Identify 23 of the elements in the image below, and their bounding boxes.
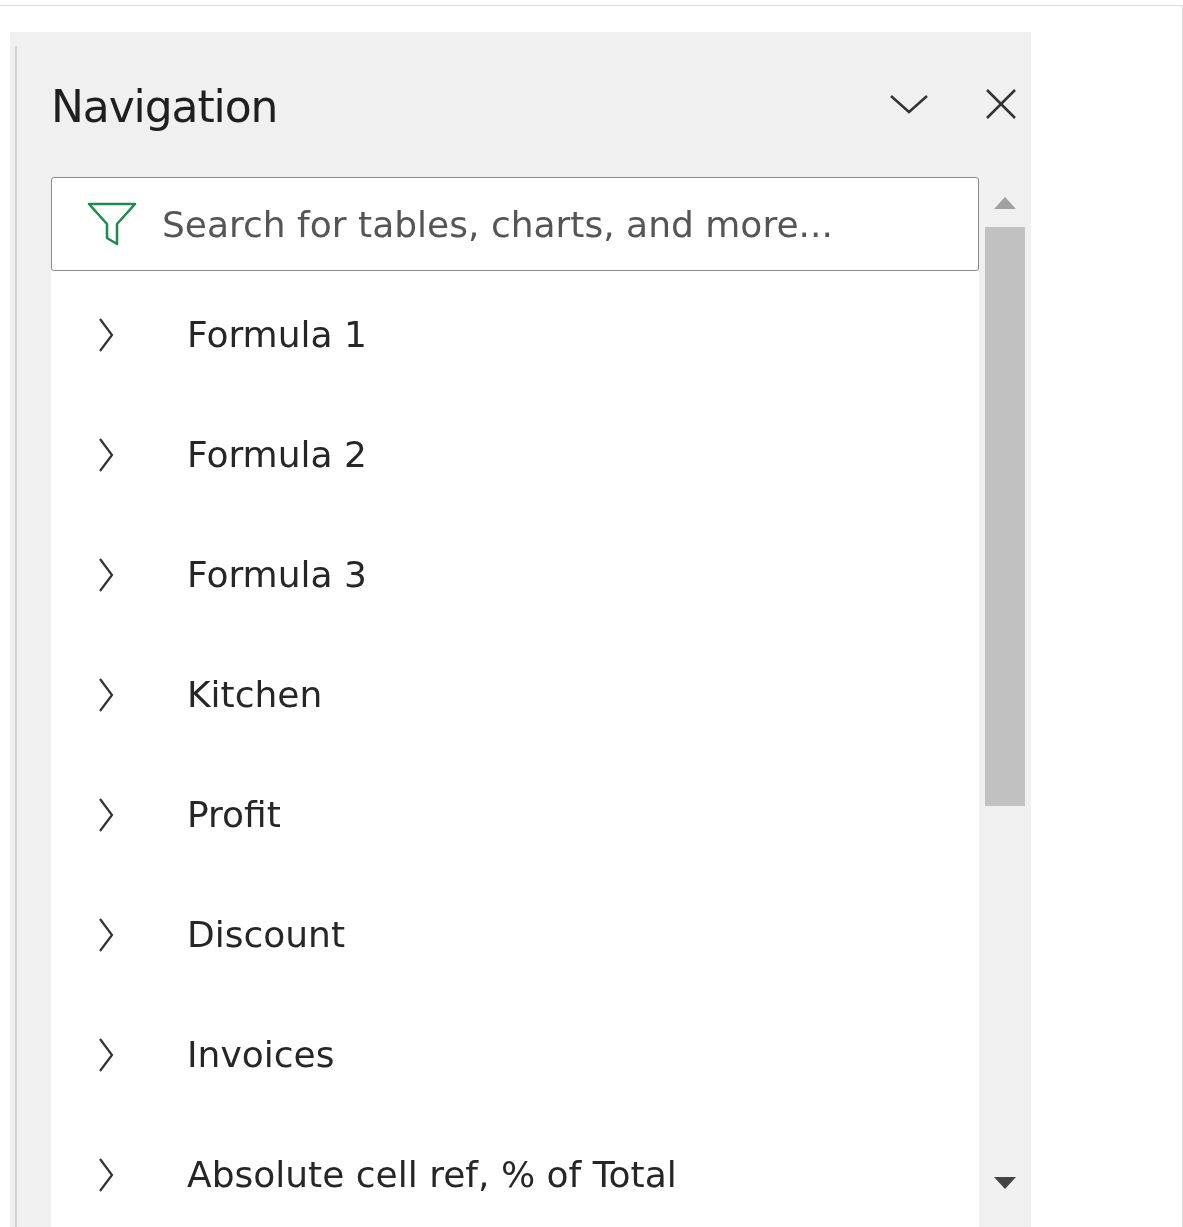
navigation-item[interactable]: Formula 3 [187,548,367,602]
navigation-item[interactable]: Discount [187,908,346,962]
chevron-right-icon [98,677,114,713]
scrollbar-thumb[interactable] [985,227,1025,806]
chevron-right-icon [98,1157,114,1193]
close-icon [985,88,1017,120]
chevron-down-icon [889,94,929,114]
panel-title: Navigation [51,80,278,133]
chevron-right-icon [98,557,114,593]
navigation-item[interactable]: Kitchen [187,668,323,722]
search-field[interactable]: Search for tables, charts, and more... [51,177,979,271]
filter-icon [87,202,137,246]
navigation-item[interactable]: Formula 1 [187,308,367,362]
chevron-right-icon [98,1037,114,1073]
chevron-right-icon [98,317,114,353]
navigation-item[interactable]: Formula 2 [187,428,367,482]
chevron-right-icon [98,797,114,833]
chevron-right-icon [98,437,114,473]
chevron-right-icon [98,917,114,953]
scroll-down-icon[interactable] [994,1177,1016,1189]
navigation-item[interactable]: Profit [187,788,281,842]
navigation-item[interactable]: Invoices [187,1028,335,1082]
navigation-item[interactable]: Absolute cell ref, % of Total [187,1148,677,1202]
